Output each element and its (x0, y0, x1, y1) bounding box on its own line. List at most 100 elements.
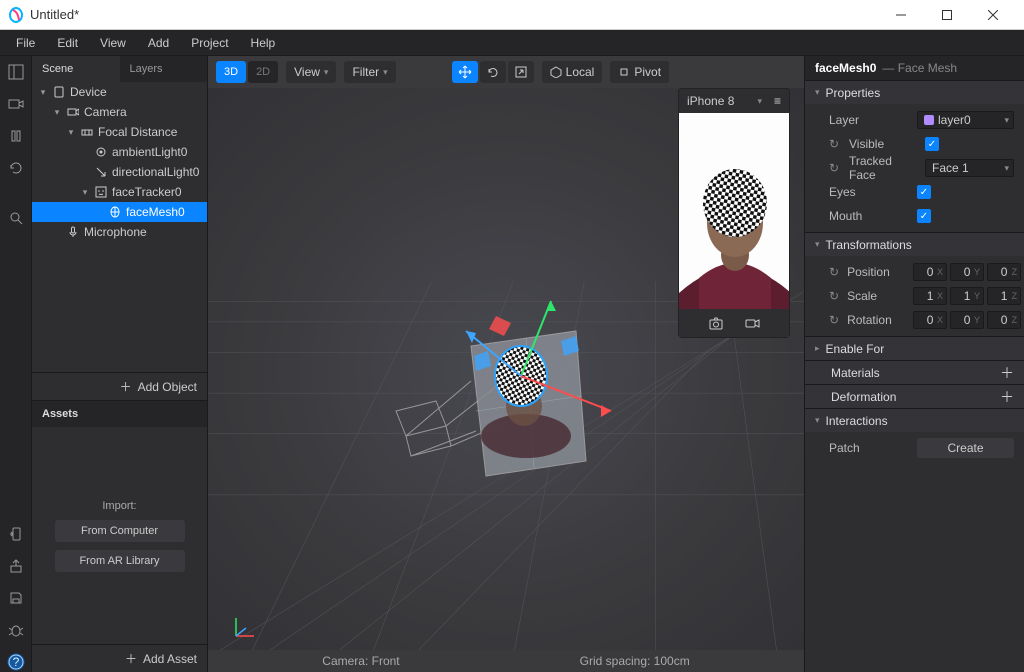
send-to-device-icon[interactable] (6, 524, 26, 544)
scale-tool-icon[interactable] (508, 61, 534, 83)
reset-icon[interactable]: ↻ (829, 265, 839, 279)
inspector-panel: faceMesh0 — Face Mesh ▾Properties Layer … (804, 56, 1024, 672)
create-patch-button[interactable]: Create (917, 438, 1014, 458)
tracked-face-label: Tracked Face (849, 154, 917, 182)
device-menu-icon[interactable]: ≡ (774, 94, 781, 108)
chevron-down-icon[interactable]: ▾ (757, 96, 762, 107)
add-object-button[interactable]: ＋ Add Object (32, 372, 207, 400)
section-materials[interactable]: Materials＋ (805, 360, 1024, 384)
refresh-icon[interactable] (6, 158, 26, 178)
eyes-checkbox[interactable]: ✓ (917, 185, 931, 199)
tab-layers[interactable]: Layers (120, 56, 208, 82)
focal-icon (80, 126, 94, 138)
window-minimize-button[interactable] (878, 0, 924, 30)
tree-label: Device (70, 85, 107, 99)
layer-dropdown[interactable]: layer0▾ (917, 111, 1014, 129)
export-icon[interactable] (6, 556, 26, 576)
tree-item-ambientlight0[interactable]: ambientLight0 (32, 142, 207, 162)
bug-icon[interactable] (6, 620, 26, 640)
scale-y-input[interactable]: 1Y (950, 287, 984, 305)
patch-label: Patch (829, 441, 909, 455)
tree-item-facemesh0[interactable]: faceMesh0 (32, 202, 207, 222)
menu-project[interactable]: Project (181, 32, 238, 54)
pause-icon[interactable] (6, 126, 26, 146)
add-asset-button[interactable]: ＋ Add Asset (32, 644, 207, 672)
tree-item-microphone[interactable]: Microphone (32, 222, 207, 242)
section-deformation[interactable]: Deformation＋ (805, 384, 1024, 408)
rotation-z-input[interactable]: 0Z (987, 311, 1021, 329)
directional-icon (94, 166, 108, 178)
add-deformation-icon[interactable]: ＋ (1000, 387, 1014, 407)
section-enable-for[interactable]: ▸Enable For (805, 336, 1024, 360)
search-icon[interactable] (6, 208, 26, 228)
section-interactions[interactable]: ▾Interactions (805, 408, 1024, 432)
rotation-y-input[interactable]: 0Y (950, 311, 984, 329)
menu-help[interactable]: Help (241, 32, 286, 54)
window-maximize-button[interactable] (924, 0, 970, 30)
mouth-label: Mouth (829, 209, 909, 223)
plus-icon: ＋ (125, 650, 137, 667)
view-dropdown[interactable]: View▾ (286, 61, 336, 83)
tree-item-facetracker0[interactable]: ▾faceTracker0 (32, 182, 207, 202)
scene-3d-content (376, 261, 636, 501)
menu-file[interactable]: File (6, 32, 45, 54)
scale-x-input[interactable]: 1X (913, 287, 947, 305)
assets-header: Assets (32, 401, 207, 427)
move-tool-icon[interactable] (452, 61, 478, 83)
tree-item-camera[interactable]: ▾Camera (32, 102, 207, 122)
pivot-toggle[interactable]: Pivot (610, 61, 669, 83)
tree-item-focal-distance[interactable]: ▾Focal Distance (32, 122, 207, 142)
filter-dropdown[interactable]: Filter▾ (344, 61, 395, 83)
save-icon[interactable] (6, 588, 26, 608)
reset-icon[interactable]: ↻ (829, 289, 839, 303)
menu-view[interactable]: View (90, 32, 136, 54)
import-label: Import: (102, 500, 136, 512)
position-y-input[interactable]: 0Y (950, 263, 984, 281)
scale-label: Scale (847, 289, 905, 303)
plus-icon: ＋ (120, 378, 132, 395)
position-x-input[interactable]: 0X (913, 263, 947, 281)
scale-z-input[interactable]: 1Z (987, 287, 1021, 305)
capture-video-icon[interactable] (743, 314, 761, 332)
position-z-input[interactable]: 0Z (987, 263, 1021, 281)
layout-icon[interactable] (6, 62, 26, 82)
visible-checkbox[interactable]: ✓ (925, 137, 939, 151)
section-properties[interactable]: ▾Properties (805, 80, 1024, 104)
tracked-face-dropdown[interactable]: Face 1▾ (925, 159, 1014, 177)
add-material-icon[interactable]: ＋ (1000, 363, 1014, 383)
tree-item-device[interactable]: ▾ Device (32, 82, 207, 102)
window-close-button[interactable] (970, 0, 1016, 30)
rotate-tool-icon[interactable] (480, 61, 506, 83)
tree-toggle-icon[interactable]: ▾ (66, 127, 76, 138)
axis-gizmo-icon (228, 610, 258, 640)
reset-icon[interactable]: ↻ (829, 161, 841, 175)
tab-scene[interactable]: Scene (32, 56, 120, 82)
mode-2d-button[interactable]: 2D (248, 61, 278, 83)
menu-edit[interactable]: Edit (47, 32, 88, 54)
mouth-checkbox[interactable]: ✓ (917, 209, 931, 223)
help-icon[interactable]: ? (6, 652, 26, 672)
local-toggle[interactable]: Local (542, 61, 603, 83)
reset-icon[interactable]: ↻ (829, 313, 839, 327)
rotation-x-input[interactable]: 0X (913, 311, 947, 329)
device-name[interactable]: iPhone 8 (687, 94, 734, 108)
facemesh-icon (108, 206, 122, 218)
import-from-ar-library-button[interactable]: From AR Library (55, 550, 185, 572)
mode-3d-button[interactable]: 3D (216, 61, 246, 83)
section-transformations[interactable]: ▾Transformations (805, 232, 1024, 256)
import-from-computer-button[interactable]: From Computer (55, 520, 185, 542)
reset-icon[interactable]: ↻ (829, 137, 841, 151)
viewport-canvas[interactable]: iPhone 8 ▾ ≡ (208, 88, 804, 650)
capture-photo-icon[interactable] (707, 314, 725, 332)
eyes-label: Eyes (829, 185, 909, 199)
video-icon[interactable] (6, 94, 26, 114)
menu-add[interactable]: Add (138, 32, 179, 54)
device-icon (52, 86, 66, 98)
app-logo-icon (8, 7, 24, 23)
tree-item-directionallight0[interactable]: directionalLight0 (32, 162, 207, 182)
window-titlebar: Untitled* (0, 0, 1024, 30)
tree-toggle-icon[interactable]: ▾ (38, 87, 48, 98)
tree-toggle-icon[interactable]: ▾ (80, 187, 90, 198)
tree-label: faceMesh0 (126, 205, 185, 219)
tree-toggle-icon[interactable]: ▾ (52, 107, 62, 118)
